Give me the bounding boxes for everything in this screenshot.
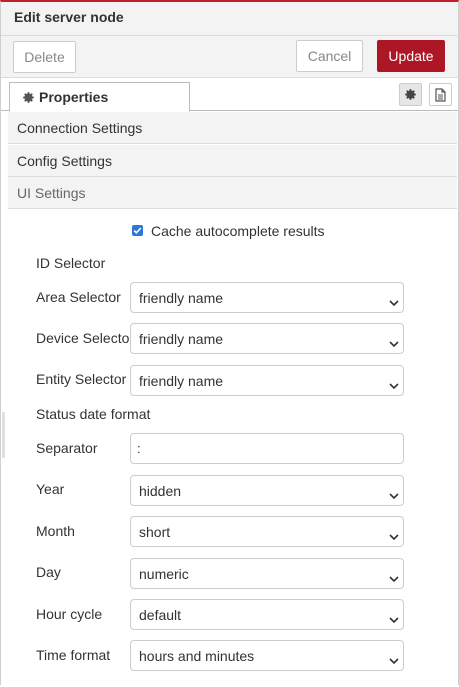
select-value: friendly name bbox=[139, 290, 224, 306]
tray-toolbar: Delete Cancel Update bbox=[1, 36, 458, 78]
chevron-down-icon bbox=[389, 487, 399, 503]
chevron-down-icon bbox=[389, 335, 399, 351]
month-select[interactable]: short bbox=[130, 516, 404, 547]
time-format-label: Time format bbox=[36, 647, 111, 663]
gear-icon bbox=[22, 91, 35, 104]
node-settings-button[interactable] bbox=[399, 83, 422, 106]
year-select[interactable]: hidden bbox=[130, 475, 404, 506]
resize-handle[interactable] bbox=[2, 412, 5, 458]
chevron-down-icon bbox=[389, 570, 399, 586]
section-title: Connection Settings bbox=[17, 120, 143, 136]
delete-button[interactable]: Delete bbox=[13, 41, 76, 73]
device-selector-select[interactable]: friendly name bbox=[130, 323, 404, 354]
select-value: friendly name bbox=[139, 373, 224, 389]
entity-selector-select[interactable]: friendly name bbox=[130, 365, 404, 396]
status-date-format-heading: Status date format bbox=[36, 406, 151, 422]
separator-label: Separator bbox=[36, 440, 98, 456]
area-selector-label: Area Selector bbox=[36, 289, 121, 305]
separator-input[interactable]: : bbox=[130, 433, 404, 464]
edit-tray: Edit server node Delete Cancel Update Pr… bbox=[0, 0, 459, 687]
select-value: hours and minutes bbox=[139, 648, 255, 664]
chevron-down-icon bbox=[389, 377, 399, 393]
chevron-down-icon bbox=[389, 528, 399, 544]
section-title: Config Settings bbox=[17, 153, 112, 169]
section-title: UI Settings bbox=[17, 185, 86, 201]
cancel-button[interactable]: Cancel bbox=[296, 40, 363, 72]
select-value: default bbox=[139, 607, 182, 623]
entity-selector-label: Entity Selector bbox=[36, 371, 127, 387]
ui-settings-section[interactable]: UI Settings bbox=[8, 177, 457, 209]
chevron-down-icon bbox=[389, 294, 399, 310]
tab-bar: Properties bbox=[1, 78, 458, 112]
hour-cycle-label: Hour cycle bbox=[36, 606, 103, 622]
day-label: Day bbox=[36, 564, 61, 580]
select-value: hidden bbox=[139, 483, 182, 499]
config-settings-section[interactable]: Config Settings bbox=[8, 145, 457, 177]
cache-autocomplete-label: Cache autocomplete results bbox=[151, 223, 325, 239]
day-select[interactable]: numeric bbox=[130, 558, 404, 589]
hour-cycle-select[interactable]: default bbox=[130, 599, 404, 630]
id-selector-heading: ID Selector bbox=[36, 255, 106, 271]
tray-title: Edit server node bbox=[14, 9, 124, 25]
month-label: Month bbox=[36, 523, 75, 539]
year-label: Year bbox=[36, 481, 65, 497]
separator-value: : bbox=[137, 441, 141, 456]
device-selector-label: Device Selector bbox=[36, 330, 135, 346]
chevron-down-icon bbox=[389, 652, 399, 668]
node-description-button[interactable] bbox=[429, 83, 452, 106]
update-button[interactable]: Update bbox=[377, 40, 445, 72]
select-value: numeric bbox=[139, 566, 189, 582]
area-selector-select[interactable]: friendly name bbox=[130, 282, 404, 313]
tab-properties[interactable]: Properties bbox=[9, 82, 190, 112]
select-value: friendly name bbox=[139, 331, 224, 347]
select-value: short bbox=[139, 524, 171, 540]
tab-properties-label: Properties bbox=[39, 89, 109, 105]
connection-settings-section[interactable]: Connection Settings bbox=[8, 112, 457, 144]
tray-header: Edit server node bbox=[1, 2, 458, 36]
chevron-down-icon bbox=[389, 611, 399, 627]
cache-autocomplete-checkbox[interactable] bbox=[132, 225, 143, 236]
time-format-select[interactable]: hours and minutes bbox=[130, 640, 404, 671]
